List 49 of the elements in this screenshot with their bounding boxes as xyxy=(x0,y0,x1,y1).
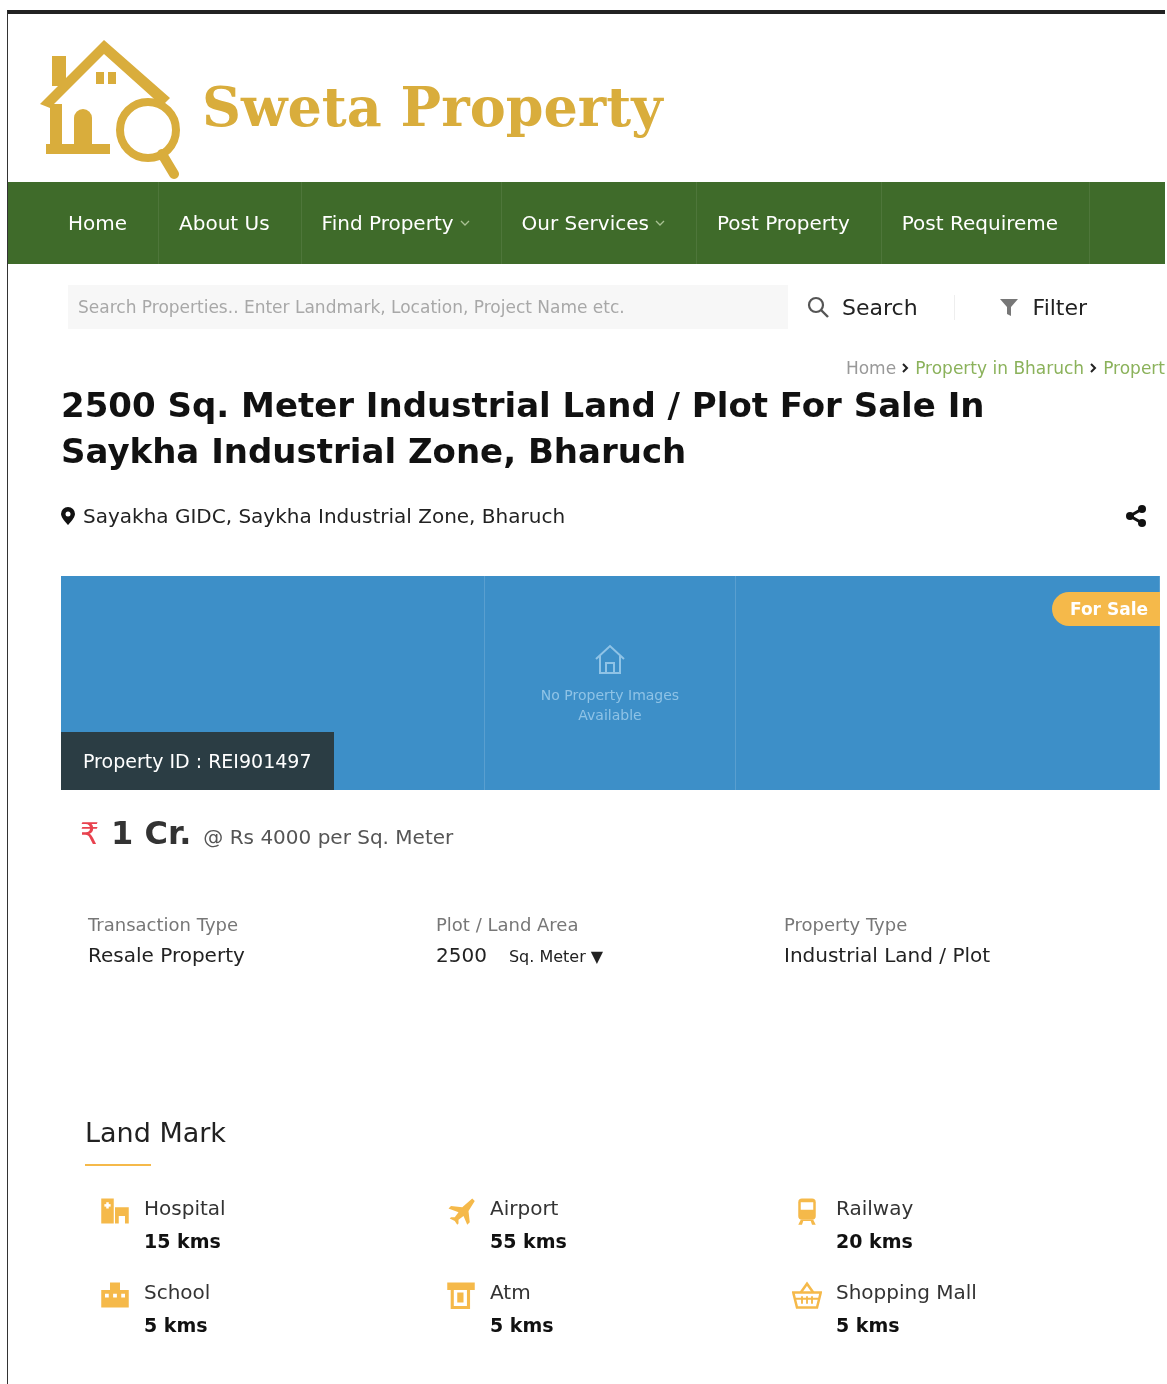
landmark-distance: 55 kms xyxy=(490,1230,567,1252)
landmark-name: Hospital xyxy=(144,1196,226,1220)
share-icon[interactable] xyxy=(1125,505,1147,527)
airplane-icon xyxy=(446,1196,476,1226)
chevron-icon xyxy=(1090,363,1098,373)
landmark-name: School xyxy=(144,1280,211,1304)
caret-icon xyxy=(654,219,665,227)
landmark-name: Shopping Mall xyxy=(836,1280,977,1304)
search-icon xyxy=(806,295,830,319)
nav-link[interactable]: Post Requireme xyxy=(881,182,1091,264)
school-building-icon xyxy=(100,1280,130,1310)
nav-link[interactable]: Find Property xyxy=(301,182,502,264)
landmark-distance: 5 kms xyxy=(144,1314,209,1336)
price-rate: @ Rs 4000 per Sq. Meter xyxy=(203,825,454,849)
landmark-distance: 5 kms xyxy=(836,1314,901,1336)
nav-link[interactable]: Our Services xyxy=(501,182,697,264)
no-images-text: No Property Images Available xyxy=(539,686,681,725)
property-title: 2500 Sq. Meter Industrial Land / Plot For Sale In Saykha Industrial Zone, Bharuch xyxy=(60,384,986,473)
sale-badge: For Sale xyxy=(1052,592,1160,626)
property-id-label: Property ID : REI901497 xyxy=(61,732,334,790)
detail-label: Plot / Land Area xyxy=(436,914,580,935)
nav-link[interactable]: About Us xyxy=(159,182,302,264)
rupee-icon: ₹ xyxy=(80,816,100,851)
brand-name: Sweta Property xyxy=(202,75,663,139)
caret-icon xyxy=(459,219,470,227)
hospital-icon xyxy=(100,1196,130,1226)
filter-icon xyxy=(998,297,1019,317)
detail-value: Industrial Land / Plot xyxy=(784,943,991,967)
basket-icon xyxy=(792,1280,822,1310)
search-field[interactable]: Search Properties.. Enter Landmark, Location, Project Name etc. xyxy=(68,285,788,329)
landmark-distance: 5 kms xyxy=(490,1314,554,1336)
landmark-name: Atm xyxy=(490,1280,532,1304)
landmark-distance: 20 kms xyxy=(836,1230,914,1252)
detail-value: Resale Property xyxy=(88,943,245,967)
location-pin-icon xyxy=(61,507,75,525)
location-text: Sayakha GIDC, Saykha Industrial Zone, Bharuch xyxy=(83,504,566,528)
chevron-icon xyxy=(902,363,910,373)
detail-label: Transaction Type xyxy=(88,914,240,935)
detail-label: Property Type xyxy=(784,914,909,935)
nav-link[interactable]: Post Property xyxy=(696,182,882,264)
unit-dropdown[interactable]: Sq. Meter ▼ xyxy=(508,947,604,966)
detail-value: 2500 xyxy=(436,943,487,967)
landmark-distance: 15 kms xyxy=(144,1230,222,1252)
nav-link[interactable]: Home xyxy=(48,182,160,264)
price: 1 Cr. xyxy=(111,814,192,852)
atm-icon xyxy=(446,1280,476,1310)
section-heading: Land Mark xyxy=(84,1116,227,1148)
landmark-name: Airport xyxy=(490,1196,560,1220)
landmark-name: Railway xyxy=(836,1196,914,1220)
